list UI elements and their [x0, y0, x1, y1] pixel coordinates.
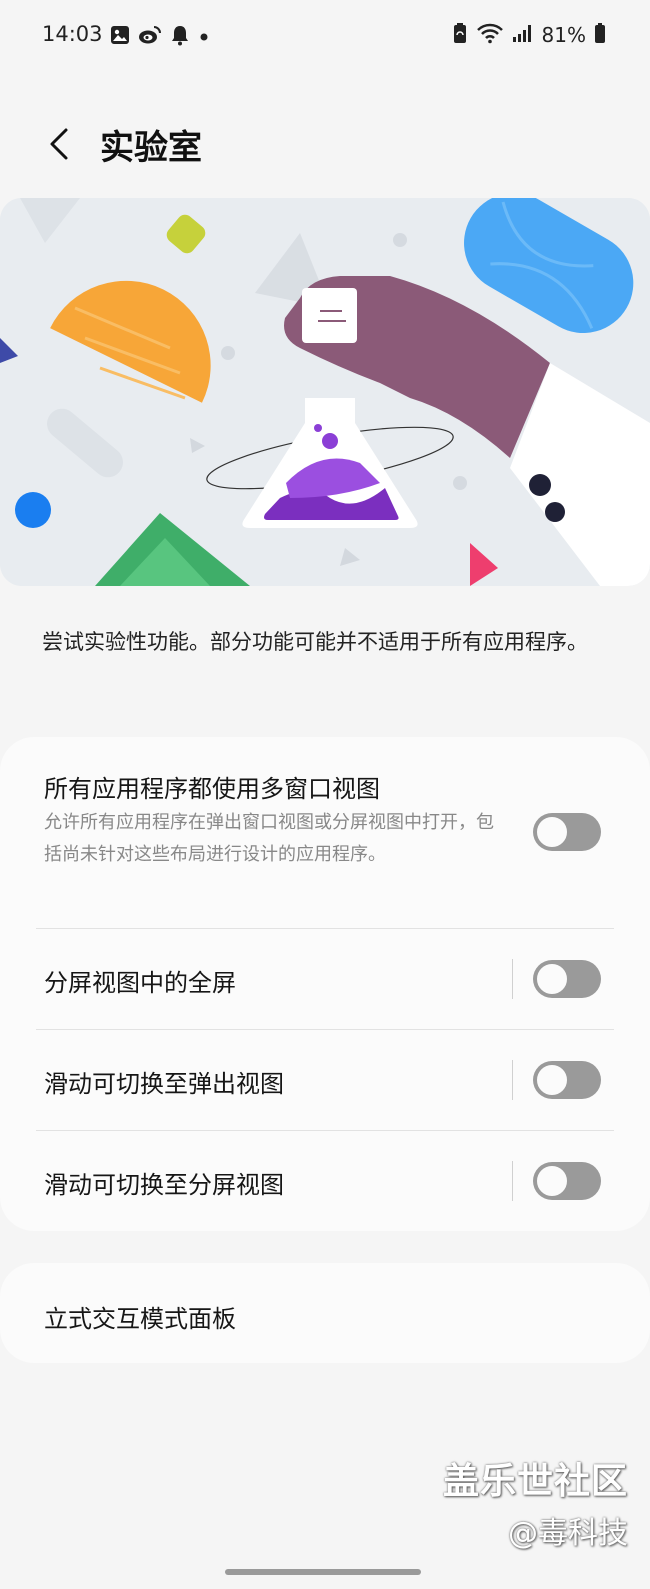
notification-icons [110, 24, 210, 50]
toggle-knob [535, 815, 569, 849]
system-status: 81% [452, 22, 606, 48]
lab-flask-illustration [0, 198, 650, 586]
signal-icon [512, 23, 534, 47]
vertical-separator [512, 959, 513, 999]
setting-title: 滑动可切换至分屏视图 [44, 1171, 284, 1199]
setting-title: 所有应用程序都使用多窗口视图 [44, 775, 380, 803]
labs-illustration [0, 198, 650, 586]
setting-subtitle: 允许所有应用程序在弹出窗口视图或分屏视图中打开，包括尚未针对这些布局进行设计的应… [44, 812, 494, 865]
watermark-author: @毒科技 [508, 1516, 628, 1551]
weibo-icon [138, 25, 162, 49]
settings-card: 所有应用程序都使用多窗口视图 允许所有应用程序在弹出窗口视图或分屏视图中打开，包… [0, 737, 650, 1231]
labs-description: 尝试实验性功能。部分功能可能并不适用于所有应用程序。 [42, 630, 588, 654]
gallery-icon [110, 25, 130, 49]
status-time: 14:03 [42, 22, 103, 46]
battery-icon [594, 22, 606, 48]
swipe-to-popup-row[interactable]: 滑动可切换至弹出视图 [0, 1030, 650, 1130]
swipe-popup-toggle[interactable] [533, 1061, 601, 1099]
setting-title: 滑动可切换至弹出视图 [44, 1070, 284, 1098]
chevron-left-icon [40, 128, 80, 168]
vertical-separator [512, 1161, 513, 1201]
page-title: 实验室 [100, 128, 202, 168]
battery-saver-icon [452, 22, 468, 48]
swipe-to-split-row[interactable]: 滑动可切换至分屏视图 [0, 1131, 650, 1231]
swipe-split-toggle[interactable] [533, 1162, 601, 1200]
toggle-knob [535, 1063, 569, 1097]
toggle-knob [535, 1164, 569, 1198]
dot-icon [198, 28, 210, 47]
app-header: 实验室 [0, 110, 650, 182]
status-bar: 14:03 81% [0, 0, 650, 72]
toggle-knob [535, 962, 569, 996]
flex-mode-panel-card[interactable]: 立式交互模式面板 [0, 1263, 650, 1363]
back-button[interactable] [40, 124, 80, 164]
multi-window-all-apps-row[interactable]: 所有应用程序都使用多窗口视图 允许所有应用程序在弹出窗口视图或分屏视图中打开，包… [0, 737, 650, 928]
multi-window-toggle[interactable] [533, 813, 601, 851]
fullscreen-split-view-row[interactable]: 分屏视图中的全屏 [0, 929, 650, 1029]
setting-title: 分屏视图中的全屏 [44, 969, 236, 997]
fullscreen-split-toggle[interactable] [533, 960, 601, 998]
battery-percent: 81% [541, 23, 586, 47]
wifi-icon [476, 22, 504, 48]
flex-mode-panel-title: 立式交互模式面板 [44, 1305, 236, 1333]
vertical-separator [512, 1060, 513, 1100]
home-indicator[interactable] [225, 1569, 421, 1575]
bell-icon [170, 24, 190, 50]
watermark-title: 盖乐世社区 [442, 1461, 628, 1502]
